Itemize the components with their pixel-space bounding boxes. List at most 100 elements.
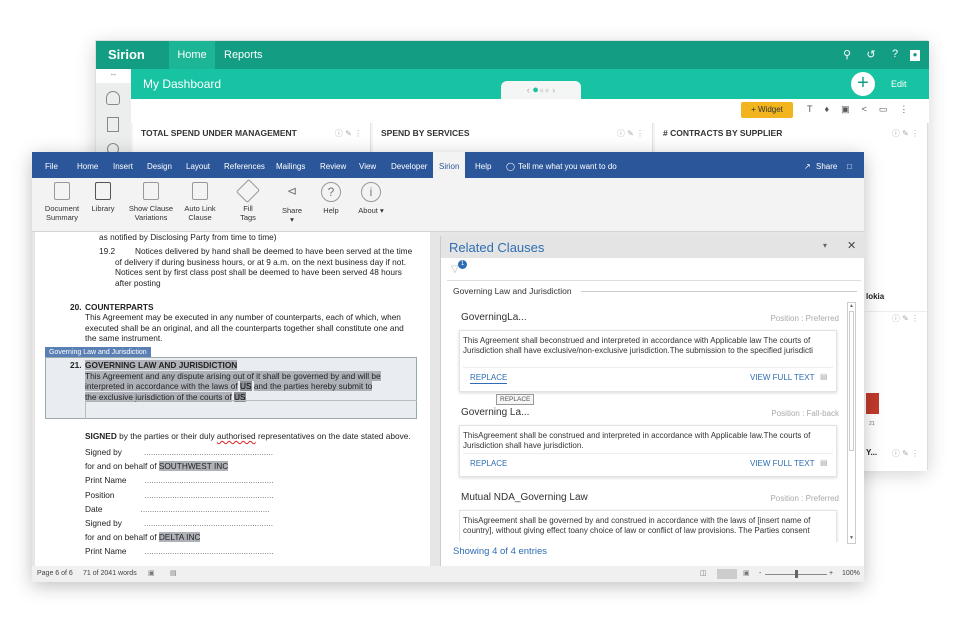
print-layout-icon[interactable] [717, 569, 737, 579]
next-arrow[interactable]: › [552, 85, 555, 95]
page-dot[interactable]: ●● [539, 85, 550, 95]
word-count[interactable]: 71 of 2041 words [83, 566, 137, 582]
tab-home[interactable]: Home [77, 152, 98, 178]
nav-home[interactable]: Home [169, 41, 215, 69]
scroll-up-icon[interactable]: ▲ [848, 303, 855, 311]
document-icon[interactable]: ▤ [820, 458, 828, 468]
widget-actions-icon[interactable]: ⓘ ✎ ⋮ [335, 128, 362, 139]
scroll-down-icon[interactable]: ▼ [848, 535, 855, 543]
document-page[interactable]: as notified by Disclosing Party from tim… [35, 232, 430, 566]
clause-card[interactable]: GoverningLa... Position : Preferred This… [459, 312, 839, 392]
tab-mailings[interactable]: Mailings [276, 152, 305, 178]
clause-tag-box[interactable]: 21. GOVERNING LAW AND JURISDICTION This … [45, 357, 417, 419]
page-dot-active[interactable]: ● [532, 84, 539, 96]
sig-line: ........................................… [144, 489, 274, 500]
dashboard-pager[interactable]: ‹ ●●● › [501, 81, 581, 99]
tab-help[interactable]: Help [475, 152, 491, 178]
sig-label: Date [85, 503, 103, 514]
tab-file[interactable]: File [45, 152, 58, 178]
clause-body: ThisAgreement shall be governed by and c… [459, 510, 837, 542]
zoom-level[interactable]: 100% [842, 566, 860, 582]
search-icon[interactable]: ⚲ [840, 48, 854, 61]
misspelled-word[interactable]: authorised [217, 431, 256, 441]
tag-value[interactable]: US [239, 381, 252, 391]
tab-sirion[interactable]: Sirion [433, 152, 466, 178]
edit-button[interactable]: Edit [891, 79, 907, 89]
share-icon[interactable]: ↗ [804, 152, 811, 178]
show-clause-variations-button[interactable]: Show Clause Variations [128, 182, 174, 222]
tab-references[interactable]: References [224, 152, 265, 178]
read-mode-icon[interactable]: ◫ [700, 566, 707, 582]
share-button[interactable]: Share [816, 152, 837, 178]
view-full-text-button[interactable]: VIEW FULL TEXT [750, 459, 814, 469]
widget-actions-icon[interactable]: ⓘ ✎ ⋮ [617, 128, 644, 139]
text: representatives on the date stated above… [257, 431, 411, 441]
sig-label: for and on behalf of [85, 461, 157, 472]
sig-line: ........................................… [144, 546, 274, 557]
zoom-out-button[interactable]: - [759, 566, 761, 582]
sig-line: ........................................… [140, 503, 270, 514]
help-ribbon-button[interactable]: ? Help [320, 182, 342, 215]
share-ribbon-button[interactable]: ⊲ Share ▾ [280, 182, 304, 224]
share-icon[interactable]: < [862, 104, 879, 114]
toolbar-icons[interactable]: T♦▣<▭⋮ [807, 104, 920, 115]
tab-design[interactable]: Design [147, 152, 172, 178]
proofing-icon[interactable]: ▣ [148, 566, 155, 582]
pdf-icon[interactable]: ▣ [841, 104, 862, 114]
close-icon[interactable]: ✕ [847, 239, 856, 252]
fill-tags-button[interactable]: Fill Tags [235, 178, 261, 222]
replace-button[interactable]: REPLACE [470, 373, 508, 384]
add-button[interactable]: + [851, 72, 875, 96]
document-icon[interactable]: ▤ [820, 372, 828, 382]
sig-line: ........................................… [143, 447, 273, 457]
tell-me-search[interactable]: Tell me what you want to do [518, 152, 617, 178]
sig-label: Position [85, 489, 115, 500]
divider [463, 453, 833, 454]
documents-icon[interactable] [107, 117, 119, 132]
related-clauses-pane: Related Clauses ▾ ✕ ▽ 1 Governing Law an… [440, 236, 865, 566]
document-summary-button[interactable]: Document Summary [44, 182, 80, 222]
clause-card[interactable]: Governing La... Position : Fall-back Thi… [459, 407, 839, 477]
about-button[interactable]: i About ▾ [358, 182, 384, 215]
widget-actions-icon[interactable]: ⓘ ✎ ⋮ [892, 313, 919, 324]
clause-position: Position : Preferred [770, 314, 839, 323]
clause-name: Mutual NDA_Governing Law [461, 492, 588, 503]
monitor-icon[interactable]: ▭ [879, 104, 900, 114]
zoom-in-button[interactable]: + [829, 566, 833, 582]
widget-actions-icon[interactable]: ⓘ ✎ ⋮ [892, 448, 919, 459]
user-icon[interactable]: ● [910, 50, 920, 61]
zoom-slider-thumb[interactable] [795, 570, 798, 578]
comments-icon[interactable]: □ [847, 152, 852, 178]
page-indicator[interactable]: Page 6 of 6 [37, 566, 73, 582]
help-icon[interactable]: ? [888, 48, 902, 60]
add-widget-button[interactable]: + Widget [741, 102, 793, 118]
tab-review[interactable]: Review [320, 152, 346, 178]
macro-icon[interactable]: ▤ [170, 566, 177, 582]
view-full-text-button[interactable]: VIEW FULL TEXT [750, 373, 814, 383]
clause-card[interactable]: Mutual NDA_Governing Law Position : Pref… [459, 492, 839, 542]
tab-insert[interactable]: Insert [113, 152, 133, 178]
help-icon: ? [321, 182, 341, 202]
bookmark-icon[interactable]: ♦ [825, 104, 842, 114]
widget-actions-icon[interactable]: ⓘ ✎ ⋮ [892, 128, 919, 139]
tab-developer[interactable]: Developer [391, 152, 427, 178]
scroll-thumb[interactable] [849, 311, 854, 451]
pane-options-icon[interactable]: ▾ [823, 241, 827, 250]
scrollbar[interactable]: ▲ ▼ [847, 302, 856, 544]
more-icon[interactable]: ⋮ [899, 104, 920, 114]
prev-arrow[interactable]: ‹ [527, 85, 530, 95]
replace-button[interactable]: REPLACE [470, 459, 507, 469]
text-icon[interactable]: T [807, 104, 825, 114]
tab-view[interactable]: View [359, 152, 376, 178]
user-outline-icon[interactable] [106, 91, 120, 105]
nav-reports[interactable]: Reports [224, 41, 263, 69]
library-button[interactable]: Library [90, 182, 116, 213]
history-icon[interactable]: ↺ [864, 48, 878, 61]
web-layout-icon[interactable]: ▣ [743, 566, 750, 582]
expand-arrows-icon[interactable]: ↔ [96, 69, 131, 83]
auto-link-clause-button[interactable]: Auto Link Clause [182, 182, 218, 222]
top-nav-bar: Sirion Home Reports ⚲ ↺ ? ● [96, 41, 929, 69]
button-label: Document Summary [44, 204, 80, 222]
tab-layout[interactable]: Layout [186, 152, 210, 178]
empty-field[interactable] [85, 400, 417, 419]
